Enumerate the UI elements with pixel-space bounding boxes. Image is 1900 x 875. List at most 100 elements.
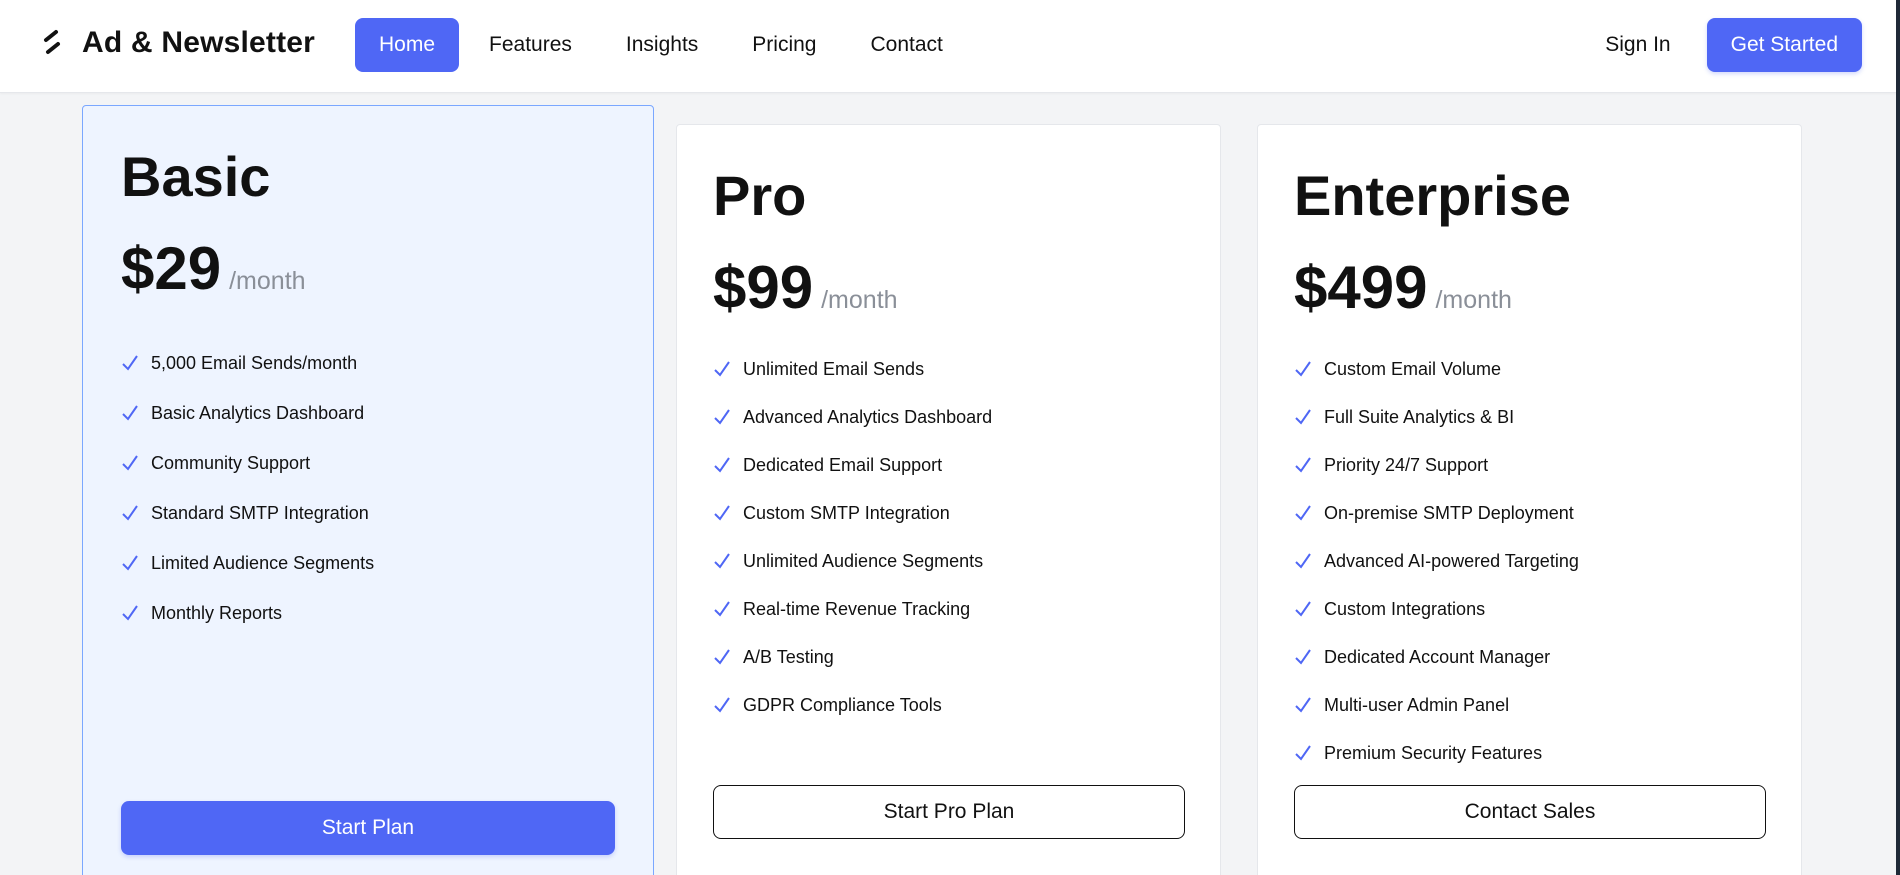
feature-text: Unlimited Email Sends	[743, 358, 925, 379]
feature-text: Custom Integrations	[1324, 598, 1486, 619]
sign-in-link[interactable]: Sign In	[1605, 33, 1670, 57]
plan-card-pro: Pro $99 /month Unlimited Email Sends Adv…	[676, 124, 1221, 875]
checkmark-icon	[714, 505, 730, 521]
feature-text: Basic Analytics Dashboard	[151, 402, 365, 423]
checkmark-icon	[1295, 601, 1311, 617]
feature-text: 5,000 Email Sends/month	[151, 352, 358, 373]
checkmark-icon	[122, 505, 138, 521]
price-period: /month	[1435, 286, 1512, 314]
feature-text: Dedicated Account Manager	[1324, 646, 1551, 667]
feature-text: Full Suite Analytics & BI	[1324, 406, 1515, 427]
feature-text: Community Support	[151, 452, 311, 473]
feature-item: Real-time Revenue Tracking	[713, 585, 992, 633]
feature-text: Real-time Revenue Tracking	[743, 598, 971, 619]
price-period: /month	[821, 286, 898, 314]
page: Ad & Newsletter Home Features Insights P…	[0, 0, 1900, 875]
checkmark-icon	[1295, 553, 1311, 569]
feature-text: On-premise SMTP Deployment	[1324, 502, 1574, 523]
feature-text: Advanced Analytics Dashboard	[743, 406, 993, 427]
checkmark-icon	[1295, 457, 1311, 473]
feature-text: Unlimited Audience Segments	[743, 550, 984, 571]
plan-price: $99 /month	[713, 253, 898, 322]
feature-item: Custom Email Volume	[1294, 345, 1579, 393]
nav-insights[interactable]: Insights	[602, 18, 722, 72]
feature-item: Custom SMTP Integration	[713, 489, 992, 537]
feature-text: Dedicated Email Support	[743, 454, 943, 475]
feature-item: Advanced AI-powered Targeting	[1294, 537, 1579, 585]
price-period: /month	[229, 267, 306, 295]
feature-text: GDPR Compliance Tools	[743, 694, 942, 715]
price-amount: $29	[121, 235, 222, 302]
checkmark-icon	[714, 457, 730, 473]
contact-sales-button[interactable]: Contact Sales	[1294, 785, 1766, 839]
feature-list: Unlimited Email Sends Advanced Analytics…	[713, 345, 992, 729]
feature-text: Monthly Reports	[151, 602, 283, 623]
checkmark-icon	[1295, 361, 1311, 377]
main-nav: Home Features Insights Pricing Contact	[355, 18, 973, 72]
feature-text: Custom Email Volume	[1324, 358, 1502, 379]
checkmark-icon	[1295, 505, 1311, 521]
checkmark-icon	[122, 355, 138, 371]
feature-list: Custom Email Volume Full Suite Analytics…	[1294, 345, 1579, 777]
feature-item: Limited Audience Segments	[121, 538, 374, 588]
nav-contact[interactable]: Contact	[846, 18, 966, 72]
bolt-icon	[44, 30, 60, 54]
nav-pricing[interactable]: Pricing	[728, 18, 840, 72]
feature-item: Multi-user Admin Panel	[1294, 681, 1579, 729]
feature-list: 5,000 Email Sends/month Basic Analytics …	[121, 338, 374, 638]
plan-card-basic: Basic $29 /month 5,000 Email Sends/month…	[82, 105, 654, 875]
plan-price: $29 /month	[121, 234, 306, 303]
start-plan-button[interactable]: Start Plan	[121, 801, 615, 855]
checkmark-icon	[714, 361, 730, 377]
plan-name: Pro	[713, 164, 807, 227]
brand-name: Ad & Newsletter	[82, 26, 316, 59]
nav-features[interactable]: Features	[465, 18, 596, 72]
plan-card-enterprise: Enterprise $499 /month Custom Email Volu…	[1257, 124, 1802, 875]
feature-text: Custom SMTP Integration	[743, 502, 950, 523]
feature-item: Premium Security Features	[1294, 729, 1579, 777]
feature-text: Limited Audience Segments	[151, 552, 375, 573]
feature-item: Full Suite Analytics & BI	[1294, 393, 1579, 441]
feature-item: Dedicated Email Support	[713, 441, 992, 489]
nav-home[interactable]: Home	[355, 18, 460, 72]
feature-text: Priority 24/7 Support	[1324, 454, 1489, 475]
checkmark-icon	[122, 605, 138, 621]
feature-item: Custom Integrations	[1294, 585, 1579, 633]
price-amount: $99	[713, 254, 814, 321]
checkmark-icon	[122, 555, 138, 571]
brand-logo[interactable]: Ad & Newsletter	[42, 26, 315, 60]
start-pro-plan-button[interactable]: Start Pro Plan	[713, 785, 1185, 839]
checkmark-icon	[714, 649, 730, 665]
feature-item: GDPR Compliance Tools	[713, 681, 992, 729]
plan-name: Enterprise	[1294, 164, 1571, 227]
feature-item: Unlimited Email Sends	[713, 345, 992, 393]
checkmark-icon	[1295, 697, 1311, 713]
feature-text: Advanced AI-powered Targeting	[1324, 550, 1579, 571]
checkmark-icon	[714, 697, 730, 713]
get-started-button[interactable]: Get Started	[1706, 18, 1862, 72]
checkmark-icon	[122, 455, 138, 471]
feature-item: Standard SMTP Integration	[121, 488, 374, 538]
checkmark-icon	[1295, 649, 1311, 665]
top-navbar: Ad & Newsletter Home Features Insights P…	[0, 0, 1900, 93]
feature-item: Monthly Reports	[121, 588, 374, 638]
feature-item: Priority 24/7 Support	[1294, 441, 1579, 489]
feature-item: Dedicated Account Manager	[1294, 633, 1579, 681]
feature-text: A/B Testing	[743, 646, 834, 667]
feature-item: On-premise SMTP Deployment	[1294, 489, 1579, 537]
feature-text: Multi-user Admin Panel	[1324, 694, 1510, 715]
feature-item: 5,000 Email Sends/month	[121, 338, 374, 388]
plan-name: Basic	[121, 145, 271, 208]
checkmark-icon	[1295, 745, 1311, 761]
feature-text: Premium Security Features	[1324, 742, 1543, 763]
checkmark-icon	[714, 553, 730, 569]
feature-item: A/B Testing	[713, 633, 992, 681]
feature-item: Advanced Analytics Dashboard	[713, 393, 992, 441]
feature-item: Basic Analytics Dashboard	[121, 388, 374, 438]
feature-item: Community Support	[121, 438, 374, 488]
feature-text: Standard SMTP Integration	[151, 502, 369, 523]
checkmark-icon	[1295, 409, 1311, 425]
plan-price: $499 /month	[1294, 253, 1512, 322]
page-scrollbar[interactable]	[1896, 0, 1900, 875]
checkmark-icon	[714, 409, 730, 425]
